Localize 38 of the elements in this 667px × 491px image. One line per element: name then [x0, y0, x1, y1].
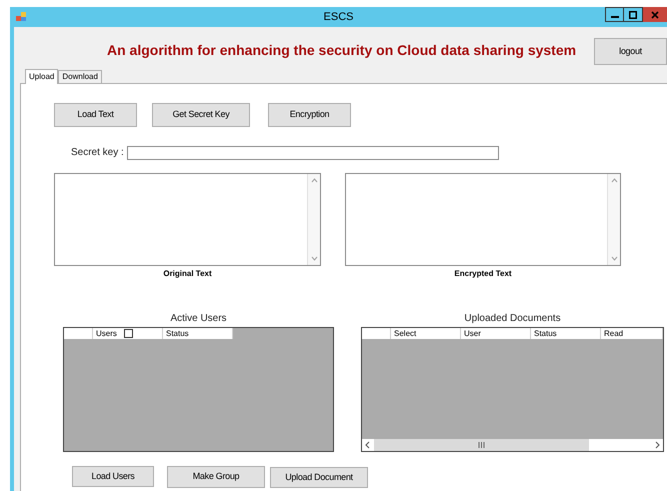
- row-header-corner: [362, 328, 391, 339]
- column-header[interactable]: Status: [163, 328, 233, 339]
- text-area[interactable]: [345, 173, 621, 266]
- close-icon[interactable]: [643, 7, 667, 22]
- window-title: ESCS: [324, 10, 354, 25]
- column-header[interactable]: Status: [531, 328, 601, 339]
- button[interactable]: Load Users: [72, 466, 154, 487]
- app-icon: [16, 11, 27, 22]
- checkbox[interactable]: [124, 329, 133, 338]
- grip-icon: [478, 442, 485, 448]
- caption: Original Text: [163, 268, 212, 280]
- button[interactable]: Encryption: [268, 103, 351, 127]
- button[interactable]: logout: [594, 38, 667, 65]
- field-label: Secret key :: [71, 146, 125, 160]
- grid-title: Active Users: [170, 312, 227, 326]
- button[interactable]: Load Text: [54, 103, 137, 127]
- scrollbar[interactable]: [607, 174, 620, 265]
- column-header[interactable]: Read: [601, 328, 663, 339]
- button[interactable]: Make Group: [167, 466, 265, 488]
- button[interactable]: Upload Document: [270, 467, 368, 488]
- scroll-thumb[interactable]: [374, 439, 589, 451]
- button[interactable]: Get Secret Key: [152, 103, 250, 127]
- text-area[interactable]: [54, 173, 321, 266]
- maximize-icon[interactable]: [624, 7, 643, 22]
- app-heading: An algorithm for enhancing the security on Cloud data sharing system: [107, 41, 578, 60]
- column-header[interactable]: Select: [391, 328, 461, 339]
- tab[interactable]: Upload: [25, 69, 58, 84]
- grid-title: Uploaded Documents: [464, 312, 561, 326]
- secret-key-field[interactable]: [127, 146, 499, 160]
- documents-grid[interactable]: Select User Status Read: [361, 327, 664, 452]
- column-header[interactable]: User: [461, 328, 531, 339]
- tab[interactable]: Download: [58, 70, 102, 83]
- minimize-icon[interactable]: [605, 7, 624, 22]
- caption: Encrypted Text: [454, 268, 512, 280]
- users-grid[interactable]: Users Status: [63, 327, 334, 452]
- horizontal-scrollbar[interactable]: [362, 439, 663, 451]
- scrollbar[interactable]: [307, 174, 320, 265]
- row-header-corner: [64, 328, 93, 339]
